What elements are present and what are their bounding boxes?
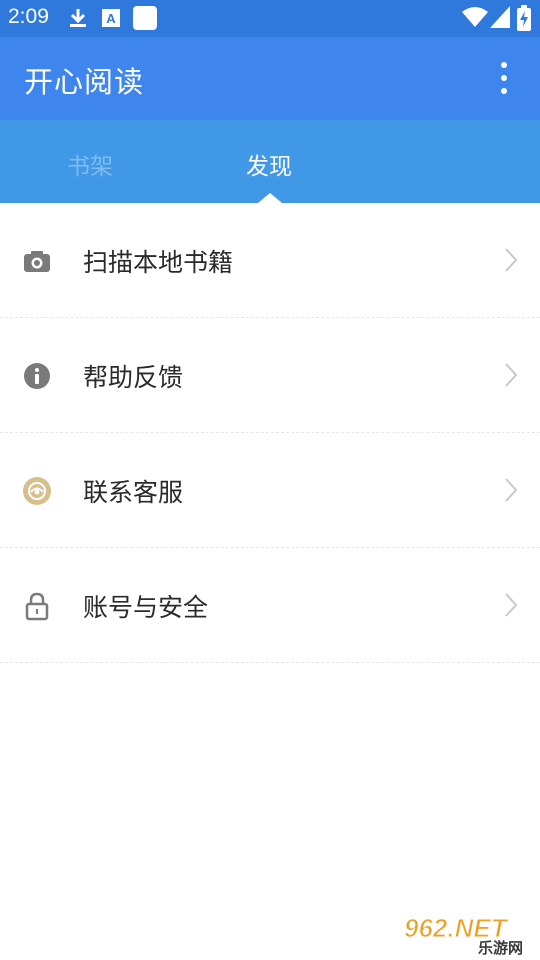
battery-charging-icon [517, 5, 531, 31]
tab-discover[interactable]: 发现 [246, 147, 292, 181]
chevron-right-icon [505, 363, 518, 387]
menu-item-contact-support[interactable]: 联系客服 [0, 433, 540, 548]
watermark-subtext: 乐游网 [478, 939, 523, 955]
download-icon [70, 9, 86, 27]
discover-menu-list: 扫描本地书籍 帮助反馈 联系客服 账号与安全 [0, 203, 540, 663]
menu-item-label: 账号与安全 [83, 593, 209, 622]
wifi-icon [462, 7, 488, 27]
menu-item-help-feedback[interactable]: 帮助反馈 [0, 318, 540, 433]
font-icon: A [102, 9, 120, 27]
status-bar: 2:09 A [0, 0, 540, 37]
app-bar: 开心阅读 [0, 37, 540, 120]
app-square-icon [133, 6, 157, 30]
customer-service-icon [23, 477, 51, 505]
menu-item-label: 联系客服 [83, 478, 184, 507]
menu-item-account-security[interactable]: 账号与安全 [0, 548, 540, 663]
tab-bookshelf[interactable]: 书架 [67, 147, 113, 181]
tab-bar: 书架 发现 [0, 120, 540, 203]
menu-item-label: 帮助反馈 [83, 363, 184, 392]
menu-item-label: 扫描本地书籍 [83, 248, 234, 277]
svg-text:A: A [106, 11, 116, 26]
lock-icon [25, 592, 49, 621]
more-options-button[interactable] [494, 62, 514, 94]
chevron-right-icon [505, 478, 518, 502]
chevron-right-icon [505, 593, 518, 617]
watermark-logo: 962.NET 乐游网 [404, 913, 524, 956]
signal-icon [490, 6, 510, 28]
status-time: 2:09 [8, 5, 49, 28]
menu-item-scan-local-books[interactable]: 扫描本地书籍 [0, 203, 540, 318]
tab-selected-indicator [258, 193, 282, 203]
chevron-right-icon [505, 248, 518, 272]
more-vertical-icon [501, 62, 507, 68]
app-title: 开心阅读 [24, 65, 145, 99]
info-icon [24, 363, 50, 389]
camera-icon [24, 251, 50, 272]
